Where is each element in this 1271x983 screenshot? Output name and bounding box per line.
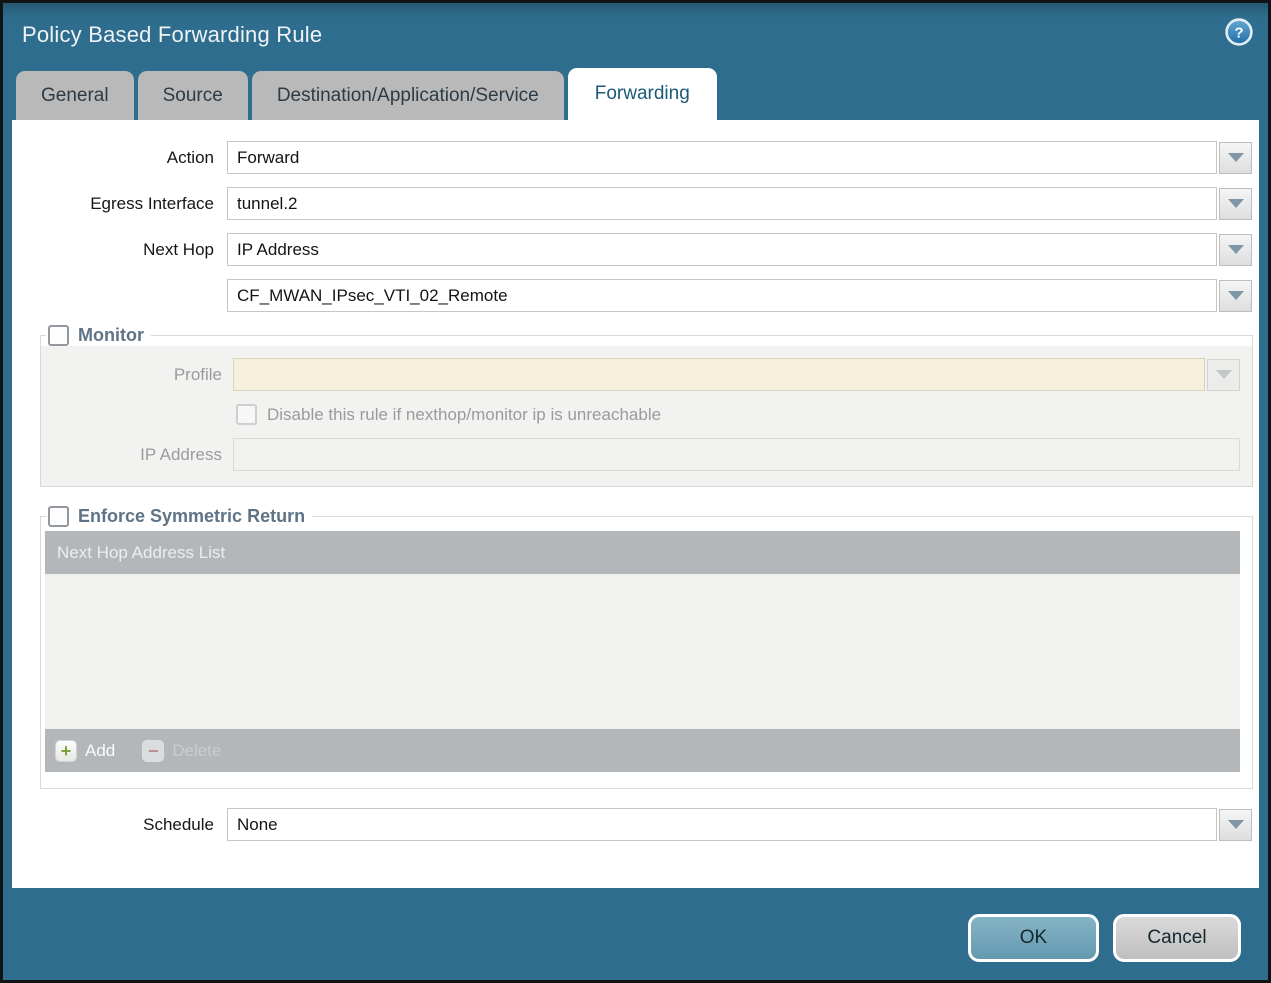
action-dropdown-button[interactable]: [1219, 142, 1252, 174]
action-label: Action: [15, 148, 214, 168]
next-hop-address-row: [15, 279, 1259, 312]
add-button-label: Add: [85, 741, 115, 761]
add-button[interactable]: + Add: [55, 740, 115, 762]
plus-icon: +: [55, 740, 77, 762]
egress-interface-input[interactable]: [227, 187, 1217, 220]
next-hop-address-tbody: [45, 574, 1240, 729]
tab-bar: General Source Destination/Application/S…: [3, 68, 1268, 120]
monitor-legend-label: Monitor: [78, 325, 144, 346]
enforce-symmetric-return-legend-label: Enforce Symmetric Return: [78, 506, 305, 527]
help-glyph: ?: [1234, 25, 1243, 42]
chevron-down-icon: [1228, 291, 1244, 300]
egress-interface-label: Egress Interface: [15, 194, 214, 214]
disable-rule-checkbox: [236, 404, 257, 425]
disable-rule-row: Disable this rule if nexthop/monitor ip …: [236, 404, 1252, 425]
chevron-down-icon: [1228, 153, 1244, 162]
content-panel: Action Egress Interface Next Hop Monitor: [12, 120, 1259, 888]
chevron-down-icon: [1228, 199, 1244, 208]
cancel-button[interactable]: Cancel: [1113, 914, 1241, 962]
profile-row: Profile: [41, 358, 1252, 391]
dialog-title: Policy Based Forwarding Rule: [3, 3, 1268, 48]
schedule-dropdown-button[interactable]: [1219, 809, 1252, 841]
monitor-ip-address-input: [233, 438, 1240, 471]
schedule-input[interactable]: [227, 808, 1217, 841]
policy-based-forwarding-dialog: { "dialog": { "title": "Policy Based For…: [0, 0, 1271, 983]
chevron-down-icon: [1216, 370, 1232, 379]
dialog-footer: OK Cancel: [3, 888, 1268, 980]
enforce-symmetric-return-fieldset: Enforce Symmetric Return Next Hop Addres…: [40, 506, 1253, 789]
chevron-down-icon: [1228, 245, 1244, 254]
tab-destination-application-service[interactable]: Destination/Application/Service: [252, 71, 564, 120]
schedule-label: Schedule: [15, 815, 214, 835]
title-bar: Policy Based Forwarding Rule ?: [3, 3, 1268, 68]
egress-interface-dropdown-button[interactable]: [1219, 188, 1252, 220]
next-hop-row: Next Hop: [15, 233, 1259, 266]
action-input[interactable]: [227, 141, 1217, 174]
help-icon[interactable]: ?: [1225, 18, 1253, 46]
monitor-fieldset: Monitor Profile Disable this rule if nex…: [40, 325, 1253, 487]
next-hop-dropdown-button[interactable]: [1219, 234, 1252, 266]
next-hop-address-dropdown-button[interactable]: [1219, 280, 1252, 312]
delete-button: − Delete: [142, 740, 221, 762]
schedule-row: Schedule: [15, 808, 1259, 841]
enforce-symmetric-return-checkbox[interactable]: [48, 506, 69, 527]
profile-dropdown-button: [1207, 359, 1240, 391]
next-hop-address-input[interactable]: [227, 279, 1217, 312]
monitor-checkbox[interactable]: [48, 325, 69, 346]
next-hop-label: Next Hop: [15, 240, 214, 260]
enforce-symmetric-return-legend: Enforce Symmetric Return: [46, 506, 312, 527]
monitor-ip-address-label: IP Address: [41, 445, 222, 465]
monitor-body: Profile Disable this rule if nexthop/mon…: [41, 346, 1252, 486]
tab-general[interactable]: General: [16, 71, 134, 120]
monitor-legend: Monitor: [46, 325, 151, 346]
next-hop-address-list-header: Next Hop Address List: [45, 531, 1240, 574]
profile-label: Profile: [41, 365, 222, 385]
delete-button-label: Delete: [172, 741, 221, 761]
egress-interface-row: Egress Interface: [15, 187, 1259, 220]
monitor-ip-address-row: IP Address: [41, 438, 1252, 471]
action-row: Action: [15, 141, 1259, 174]
minus-icon: −: [142, 740, 164, 762]
chevron-down-icon: [1228, 820, 1244, 829]
disable-rule-label: Disable this rule if nexthop/monitor ip …: [267, 405, 661, 425]
next-hop-address-list-table: Next Hop Address List + Add − Delete: [41, 527, 1252, 788]
tab-source[interactable]: Source: [138, 71, 248, 120]
tab-forwarding[interactable]: Forwarding: [568, 68, 717, 120]
next-hop-type-input[interactable]: [227, 233, 1217, 266]
next-hop-address-list-toolbar: + Add − Delete: [45, 729, 1240, 772]
ok-button[interactable]: OK: [968, 914, 1099, 962]
profile-input: [233, 358, 1205, 391]
